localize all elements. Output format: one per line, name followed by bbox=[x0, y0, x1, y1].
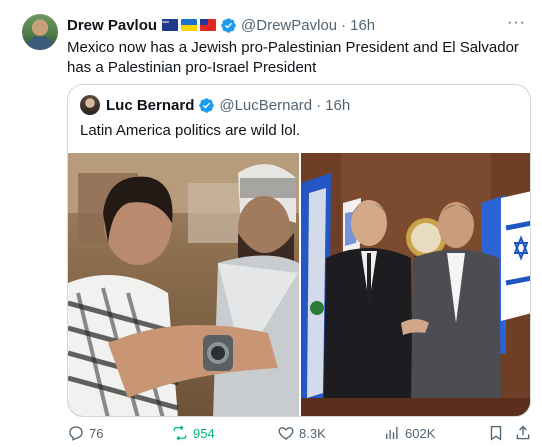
like-count: 8.3K bbox=[299, 425, 326, 441]
repost-count: 954 bbox=[193, 425, 215, 441]
quoted-tweet-text: Latin America politics are wild lol. bbox=[80, 122, 301, 139]
bookmark-button[interactable] bbox=[487, 423, 509, 443]
photo-handshake-illustration bbox=[301, 153, 530, 416]
share-button[interactable] bbox=[514, 423, 536, 443]
quoted-tweet[interactable]: Luc Bernard @LucBernard · 16h Latin Amer… bbox=[67, 84, 531, 417]
photo-embrace[interactable] bbox=[68, 153, 299, 416]
share-icon bbox=[516, 425, 530, 440]
tweet[interactable]: Drew Pavlou @DrewPavlou · 16h ··· Mexico… bbox=[0, 0, 542, 447]
quoted-author-name[interactable]: Luc Bernard bbox=[106, 97, 194, 114]
flag-emojis bbox=[162, 19, 217, 31]
repost-icon bbox=[173, 425, 187, 441]
photo-embrace-illustration bbox=[68, 153, 299, 416]
media-grid bbox=[68, 153, 530, 416]
taiwan-flag-icon bbox=[200, 19, 217, 31]
views-button[interactable]: 602K bbox=[383, 423, 435, 443]
separator-dot: · bbox=[341, 16, 347, 34]
quoted-author-handle[interactable]: @LucBernard bbox=[219, 97, 312, 114]
repost-button[interactable]: 954 bbox=[171, 423, 215, 443]
like-button[interactable]: 8.3K bbox=[277, 423, 326, 443]
reply-icon bbox=[69, 426, 83, 441]
quoted-tweet-time[interactable]: 16h bbox=[325, 97, 350, 114]
views-count: 602K bbox=[405, 425, 436, 441]
reply-button[interactable]: 76 bbox=[67, 423, 103, 443]
separator-dot: · bbox=[316, 96, 322, 114]
verified-badge-icon[interactable] bbox=[220, 17, 237, 34]
author-handle[interactable]: @DrewPavlou bbox=[241, 17, 337, 34]
more-options-icon[interactable]: ··· bbox=[507, 14, 526, 32]
tweet-actions-bar: 76 954 8.3K 602K bbox=[67, 423, 531, 443]
ukraine-flag-icon bbox=[181, 19, 198, 31]
verified-badge-icon bbox=[199, 97, 215, 113]
author-avatar[interactable] bbox=[22, 14, 58, 50]
author-name[interactable]: Drew Pavlou bbox=[67, 17, 157, 34]
australia-flag-icon bbox=[162, 19, 179, 31]
heart-icon bbox=[278, 427, 294, 440]
tweet-text: Mexico now has a Jewish pro-Palestinian … bbox=[67, 39, 519, 76]
tweet-time[interactable]: 16h bbox=[350, 17, 375, 34]
views-chart-icon bbox=[386, 427, 398, 439]
tweet-header: Drew Pavlou @DrewPavlou · 16h bbox=[67, 15, 375, 35]
quoted-author-avatar[interactable] bbox=[80, 95, 100, 115]
reply-count: 76 bbox=[89, 425, 104, 441]
bookmark-icon bbox=[490, 425, 502, 441]
quoted-tweet-header: Luc Bernard @LucBernard · 16h bbox=[80, 95, 350, 115]
photo-handshake[interactable] bbox=[301, 153, 530, 416]
